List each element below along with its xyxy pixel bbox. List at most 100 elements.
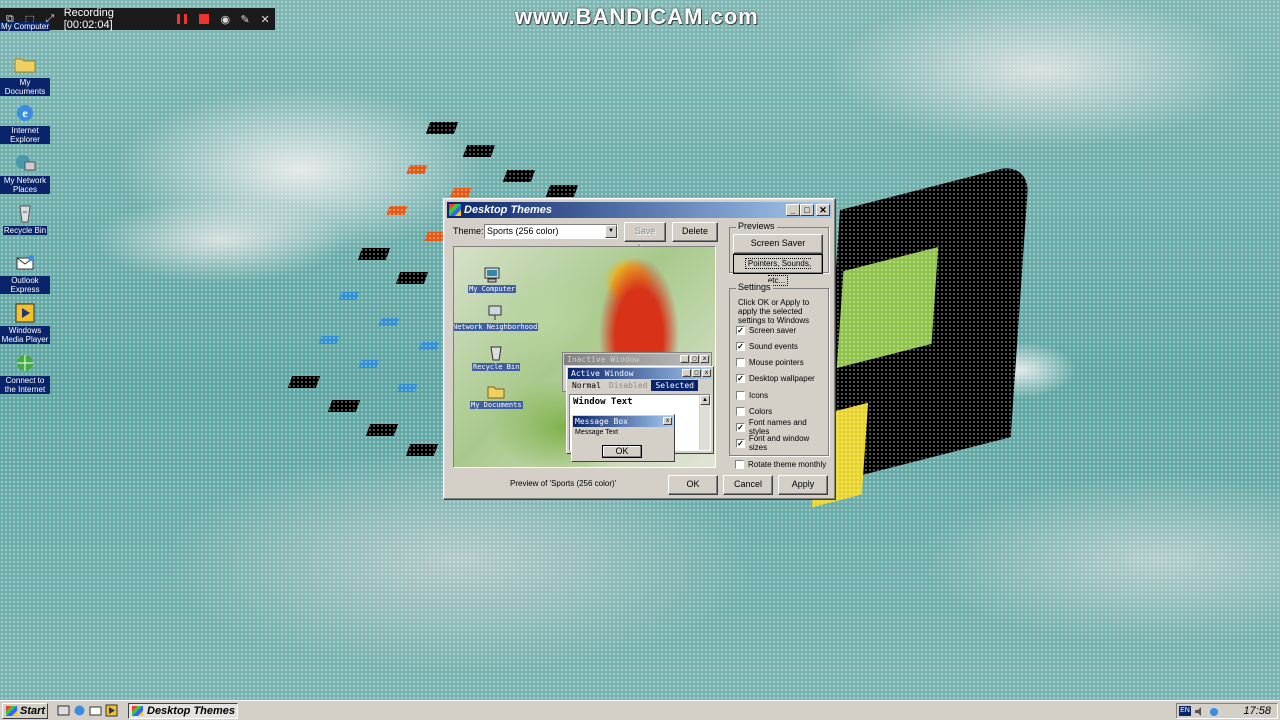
apply-button[interactable]: Apply bbox=[778, 475, 828, 495]
outlook-icon[interactable] bbox=[89, 704, 102, 717]
minimize-button[interactable]: _ bbox=[786, 204, 800, 216]
desktop-themes-window: Desktop Themes _ □ ✕ Theme: Sports (256 … bbox=[443, 198, 836, 500]
folder-icon bbox=[13, 54, 37, 76]
desktop-icon-my-computer[interactable]: My Computer bbox=[0, 22, 50, 31]
camera-icon[interactable]: ◉ bbox=[215, 13, 235, 26]
window-title: Desktop Themes bbox=[464, 204, 553, 216]
setting-icons[interactable]: Icons bbox=[736, 389, 768, 401]
svg-text:e: e bbox=[22, 106, 28, 120]
message-box-title: Message Box bbox=[575, 417, 628, 426]
pause-icon[interactable] bbox=[177, 14, 188, 24]
preview-scrollbar: ▲ bbox=[699, 395, 710, 450]
menu-disabled: Disabled bbox=[608, 381, 648, 390]
language-indicator[interactable]: EN bbox=[1179, 706, 1191, 716]
network-tray-icon[interactable] bbox=[1208, 706, 1220, 717]
ie-icon: e bbox=[13, 102, 37, 124]
checkbox[interactable] bbox=[735, 459, 744, 469]
start-label: Start bbox=[20, 705, 46, 717]
preview-icon-my-documents: My Documents bbox=[470, 383, 523, 409]
recycle-bin-icon bbox=[487, 345, 505, 361]
settings-description: Click OK or Apply to apply the selected … bbox=[738, 298, 810, 325]
preview-message-box: Message Box x Message Text OK bbox=[571, 414, 675, 462]
checkbox[interactable]: ✓ bbox=[736, 373, 745, 383]
recycle-bin-icon bbox=[13, 202, 37, 224]
previews-group: Previews Screen Saver Pointers, Sounds, … bbox=[729, 221, 829, 286]
taskbar-desktop-themes[interactable]: Desktop Themes bbox=[128, 703, 238, 719]
checkbox[interactable]: ✓ bbox=[736, 422, 745, 432]
connect-icon bbox=[13, 352, 37, 374]
setting-colors[interactable]: Colors bbox=[736, 405, 772, 417]
checkbox[interactable]: ✓ bbox=[736, 341, 745, 351]
menu-normal: Normal bbox=[572, 381, 601, 390]
preview-icon-my-computer: My Computer bbox=[468, 267, 517, 293]
cancel-button[interactable]: Cancel bbox=[723, 475, 773, 495]
preview-caption: Preview of 'Sports (256 color)' bbox=[510, 479, 617, 488]
theme-select[interactable]: Sports (256 color) ▼ bbox=[484, 224, 618, 239]
taskbar: Start Desktop Themes EN 17:58 bbox=[0, 700, 1280, 720]
rotate-theme-monthly[interactable]: Rotate theme monthly bbox=[735, 458, 826, 470]
setting-screen-saver[interactable]: ✓ Screen saver bbox=[736, 324, 796, 336]
settings-label: Settings bbox=[736, 282, 773, 292]
desktop-icon-connect-internet[interactable]: Connect to the Internet bbox=[0, 352, 50, 394]
window-text: Window Text bbox=[573, 397, 633, 407]
desktop-icon-media-player[interactable]: Windows Media Player bbox=[0, 302, 50, 344]
menu-selected: Selected bbox=[651, 380, 698, 391]
settings-group: Settings Click OK or Apply to apply the … bbox=[729, 282, 829, 456]
save-as-button[interactable]: Save As... bbox=[624, 222, 666, 253]
theme-preview: My Computer Network Neighborhood Recycle… bbox=[453, 246, 716, 468]
checkbox[interactable]: ✓ bbox=[736, 438, 745, 448]
theme-label: Theme: bbox=[453, 226, 484, 236]
media-player-icon bbox=[13, 302, 37, 324]
show-desktop-icon[interactable] bbox=[57, 704, 70, 717]
media-player-icon[interactable] bbox=[105, 704, 118, 717]
network-icon bbox=[486, 305, 504, 321]
themes-app-icon bbox=[132, 706, 143, 716]
taskbar-task-label: Desktop Themes bbox=[147, 705, 236, 717]
windows-logo-icon bbox=[6, 706, 17, 716]
clock[interactable]: 17:58 bbox=[1243, 705, 1271, 717]
computer-icon bbox=[483, 267, 501, 283]
checkbox[interactable] bbox=[736, 406, 745, 416]
checkbox[interactable] bbox=[736, 390, 745, 400]
message-box-ok-button: OK bbox=[602, 445, 642, 458]
setting-font-sizes[interactable]: ✓ Font and window sizes bbox=[736, 434, 828, 452]
close-button[interactable]: ✕ bbox=[816, 204, 830, 216]
network-icon bbox=[13, 152, 37, 174]
checkbox[interactable] bbox=[736, 357, 745, 367]
themes-app-icon bbox=[449, 204, 461, 216]
setting-font-names[interactable]: ✓ Font names and styles bbox=[736, 418, 828, 436]
volume-icon[interactable] bbox=[1194, 706, 1204, 717]
screen-saver-button[interactable]: Screen Saver bbox=[733, 234, 823, 254]
pencil-icon[interactable]: ✎ bbox=[235, 13, 255, 26]
maximize-button[interactable]: □ bbox=[800, 204, 814, 216]
desktop-icon-outlook-express[interactable]: Outlook Express bbox=[0, 252, 50, 294]
desktop-icon-recycle-bin[interactable]: Recycle Bin bbox=[0, 202, 50, 235]
preview-menu-bar: Normal Disabled Selected bbox=[568, 380, 712, 391]
window-titlebar[interactable]: Desktop Themes _ □ ✕ bbox=[447, 202, 832, 218]
setting-desktop-wallpaper[interactable]: ✓ Desktop wallpaper bbox=[736, 372, 815, 384]
system-tray: EN 17:58 bbox=[1176, 703, 1278, 719]
pointers-sounds-button[interactable]: Pointers, Sounds, etc... bbox=[733, 254, 823, 286]
desktop-icon-internet-explorer[interactable]: e Internet Explorer bbox=[0, 102, 50, 144]
inactive-window-title: Inactive Window bbox=[567, 355, 640, 364]
setting-sound-events[interactable]: ✓ Sound events bbox=[736, 340, 798, 352]
desktop-icon-my-documents[interactable]: My Documents bbox=[0, 54, 50, 96]
recording-status: Recording [00:02:04] bbox=[63, 7, 114, 31]
preview-icon-recycle-bin: Recycle Bin bbox=[472, 345, 521, 371]
chevron-down-icon[interactable]: ▼ bbox=[605, 225, 617, 238]
folder-icon bbox=[487, 383, 505, 399]
previews-label: Previews bbox=[736, 221, 777, 231]
active-window-title: Active Window bbox=[571, 369, 634, 378]
checkbox[interactable]: ✓ bbox=[736, 325, 745, 335]
desktop-icon-network-places[interactable]: My Network Places bbox=[0, 152, 50, 194]
stop-icon[interactable] bbox=[199, 14, 210, 24]
ok-button[interactable]: OK bbox=[668, 475, 718, 495]
close-icon[interactable]: ✕ bbox=[255, 13, 275, 26]
outlook-icon bbox=[13, 252, 37, 274]
bandicam-watermark: www.BANDICAM.com bbox=[515, 4, 759, 29]
delete-button[interactable]: Delete bbox=[672, 222, 718, 242]
ie-icon[interactable] bbox=[73, 704, 86, 717]
preview-icon-network: Network Neighborhood bbox=[454, 305, 539, 331]
setting-mouse-pointers[interactable]: Mouse pointers bbox=[736, 356, 804, 368]
start-button[interactable]: Start bbox=[2, 703, 48, 719]
